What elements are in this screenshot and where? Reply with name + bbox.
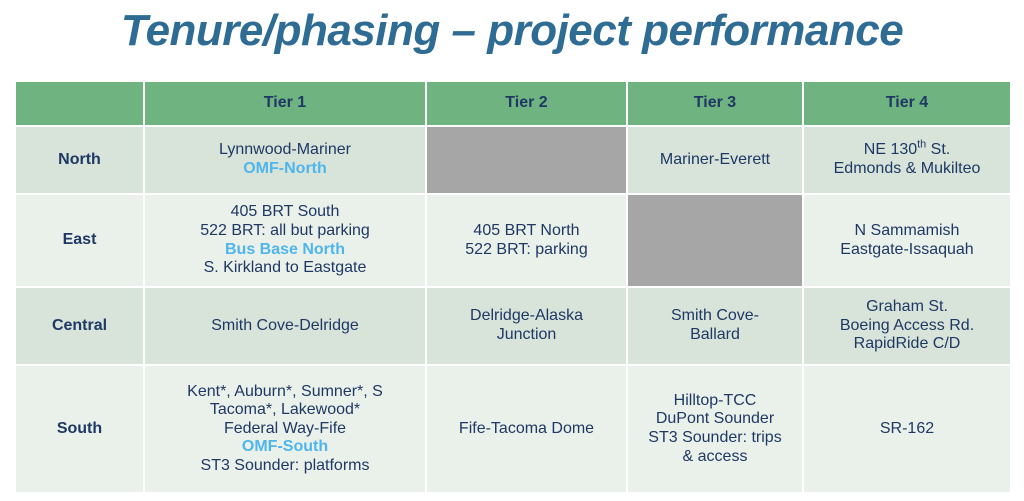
cell-line: 522 BRT: all but parking — [200, 221, 370, 239]
cell-line: 405 BRT North — [473, 221, 580, 239]
cell-line: Ballard — [690, 326, 740, 343]
cell-line: 522 BRT: parking — [465, 240, 588, 258]
cell-east-tier-4: N Sammamish Eastgate-Issaquah — [804, 195, 1010, 286]
cell-central-tier-2: Delridge-Alaska Junction — [427, 288, 626, 364]
cell-line: Federal Way-Fife — [223, 419, 347, 437]
cell-line: Graham St. — [866, 298, 948, 316]
cell-content: NE 130th St. Edmonds & Mukilteo — [804, 139, 1010, 178]
cell-line: Smith Cove- — [670, 307, 760, 325]
cell-line: 405 BRT South — [230, 203, 340, 221]
cell-content: 405 BRT South 522 BRT: all but parking Bus… — [145, 203, 425, 277]
cell-line: SR-162 — [879, 419, 935, 437]
tenure-phasing-table: Tier 1 Tier 2 Tier 3 Tier 4 North Lynnwoo… — [14, 80, 1012, 494]
table-corner-cell — [16, 82, 143, 125]
cell-line: NE 130th St. — [863, 139, 951, 159]
cell-central-tier-1: Smith Cove-Delridge — [145, 288, 425, 364]
cell-content: N Sammamish Eastgate-Issaquah — [804, 222, 1010, 259]
cell-central-tier-3: Smith Cove- Ballard — [628, 288, 802, 364]
table-body: North Lynnwood-Mariner OMF-North Mariner-Ev… — [16, 127, 1010, 492]
cell-line-accent: OMF-North — [243, 160, 327, 177]
cell-line: Mariner-Everett — [659, 150, 771, 168]
cell-east-tier-1: 405 BRT South 522 BRT: all but parking Bus… — [145, 195, 425, 286]
table-header: Tier 1 Tier 2 Tier 3 Tier 4 — [16, 82, 1010, 125]
header-row: Tier 1 Tier 2 Tier 3 Tier 4 — [16, 82, 1010, 125]
row-label-south: South — [16, 366, 143, 492]
cell-line: Lynnwood-Mariner — [219, 141, 351, 159]
cell-line: Hilltop-TCC — [673, 391, 757, 409]
column-header-tier-2: Tier 2 — [427, 82, 626, 125]
row-label-central: Central — [16, 288, 143, 364]
cell-north-tier-3: Mariner-Everett — [628, 127, 802, 193]
cell-south-tier-1: Kent*, Auburn*, Sumner*, S Tacoma*, Lakew… — [145, 366, 425, 492]
cell-content: Delridge-Alaska Junction — [427, 307, 626, 344]
cell-line: Fife-Tacoma Dome — [458, 419, 595, 437]
cell-content: SR-162 — [804, 420, 1010, 439]
cell-content: Fife-Tacoma Dome — [427, 420, 626, 439]
column-header-tier-3: Tier 3 — [628, 82, 802, 125]
page-title: Tenure/phasing – project performance — [120, 6, 904, 55]
cell-east-tier-2: 405 BRT North 522 BRT: parking — [427, 195, 626, 286]
cell-south-tier-3: Hilltop-TCC DuPont Sounder ST3 Sounder: tr… — [628, 366, 802, 492]
cell-line: Tacoma*, Lakewood* — [209, 401, 361, 419]
cell-line: Edmonds & Mukilteo — [833, 160, 981, 177]
cell-content: Smith Cove-Delridge — [145, 317, 425, 336]
row-label-east: East — [16, 195, 143, 286]
cell-line: Eastgate-Issaquah — [840, 240, 974, 258]
column-header-tier-1: Tier 1 — [145, 82, 425, 125]
cell-line: ST3 Sounder: trips — [648, 429, 782, 446]
cell-line: DuPont Sounder — [655, 410, 775, 428]
cell-content: Graham St. Boeing Access Rd. RapidRide C/D — [804, 298, 1010, 354]
cell-line: ST3 Sounder: platforms — [200, 456, 370, 474]
table-row: North Lynnwood-Mariner OMF-North Mariner-Ev… — [16, 127, 1010, 193]
cell-line: Delridge-Alaska — [470, 307, 583, 325]
slide-canvas: Tenure/phasing – project performance Tie… — [0, 0, 1024, 501]
cell-line: S. Kirkland to Eastgate — [203, 259, 367, 277]
cell-line: Kent*, Auburn*, Sumner*, S — [187, 382, 383, 400]
cell-line: RapidRide C/D — [853, 335, 961, 353]
blocked-cell-north-tier-2 — [427, 127, 626, 193]
cell-line: Junction — [496, 326, 557, 343]
cell-content: Hilltop-TCC DuPont Sounder ST3 Sounder: tr… — [628, 392, 802, 466]
ordinal-suffix: th — [917, 139, 927, 152]
table-row: East 405 BRT South 522 BRT: all but parkin… — [16, 195, 1010, 286]
cell-line: N Sammamish — [854, 221, 960, 239]
cell-south-tier-4: SR-162 — [804, 366, 1010, 492]
cell-line: & access — [682, 447, 748, 465]
cell-north-tier-1: Lynnwood-Mariner OMF-North — [145, 127, 425, 193]
blocked-cell-east-tier-3 — [628, 195, 802, 286]
cell-content: Mariner-Everett — [628, 151, 802, 170]
cell-content: Lynnwood-Mariner OMF-North — [145, 141, 425, 178]
table-row: Central Smith Cove-Delridge Delridge-Alask… — [16, 288, 1010, 364]
cell-north-tier-4: NE 130th St. Edmonds & Mukilteo — [804, 127, 1010, 193]
table-row: South Kent*, Auburn*, Sumner*, S Tacoma*, … — [16, 366, 1010, 492]
column-header-tier-4: Tier 4 — [804, 82, 1010, 125]
cell-line: Boeing Access Rd. — [839, 316, 975, 334]
cell-south-tier-2: Fife-Tacoma Dome — [427, 366, 626, 492]
cell-content: Kent*, Auburn*, Sumner*, S Tacoma*, Lakew… — [145, 383, 425, 476]
cell-line-accent: OMF-South — [241, 438, 329, 456]
cell-line: Smith Cove-Delridge — [211, 316, 359, 334]
cell-content: Smith Cove- Ballard — [628, 307, 802, 344]
cell-line-accent: Bus Base North — [224, 240, 346, 258]
cell-content: 405 BRT North 522 BRT: parking — [427, 222, 626, 259]
row-label-north: North — [16, 127, 143, 193]
cell-central-tier-4: Graham St. Boeing Access Rd. RapidRide C/D — [804, 288, 1010, 364]
